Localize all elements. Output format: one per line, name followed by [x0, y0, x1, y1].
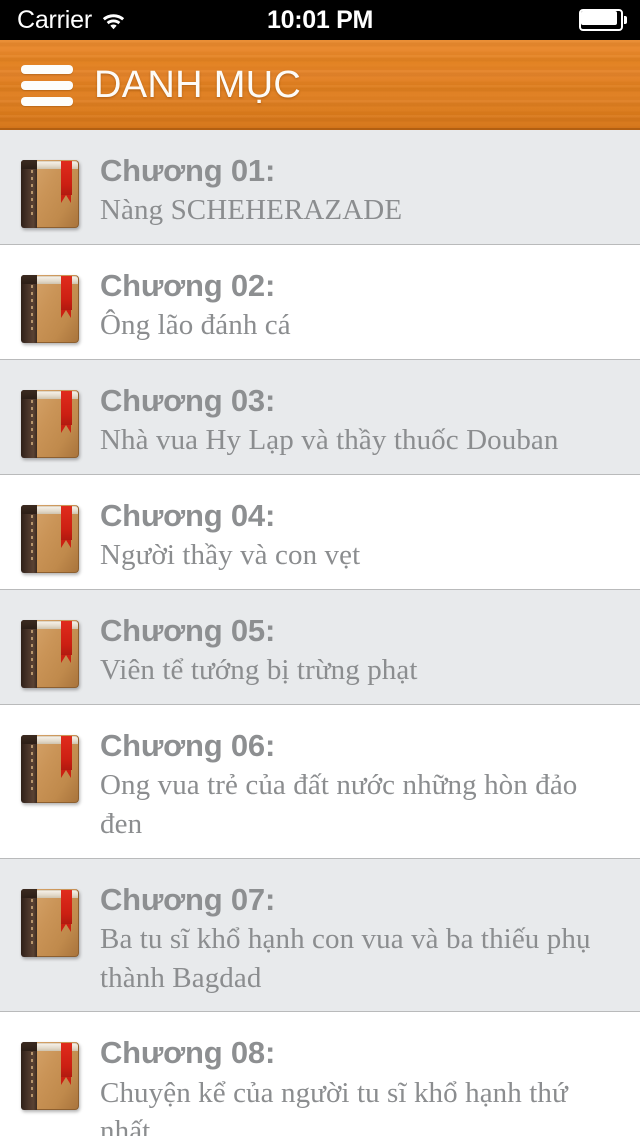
list-item-icon-cell — [0, 475, 100, 573]
chapter-subtitle: Nhà vua Hy Lạp và thầy thuốc Douban — [100, 424, 559, 457]
chapter-subtitle: Người thầy và con vẹt — [100, 539, 361, 572]
list-item-text-cell: Chương 01: Nàng SCHEHERAZADE — [100, 130, 640, 244]
list-item-icon-cell — [0, 590, 100, 688]
navigation-bar: DANH MỤC — [0, 40, 640, 130]
chapter-subtitle: Ba tu sĩ khổ hạnh con vua và ba thiếu ph… — [100, 923, 591, 994]
book-icon — [21, 275, 79, 343]
list-item[interactable]: Chương 08: Chuyện kể của người tu sĩ khổ … — [0, 1012, 640, 1136]
chapter-title: Chương 04: — [100, 498, 276, 533]
chapter-title: Chương 02: — [100, 268, 276, 303]
list-item[interactable]: Chương 02: Ông lão đánh cá — [0, 245, 640, 360]
chapter-title: Chương 06: — [100, 728, 276, 763]
list-item-text-cell: Chương 02: Ông lão đánh cá — [100, 245, 640, 359]
chapter-title: Chương 07: — [100, 881, 276, 917]
list-item[interactable]: Chương 04: Người thầy và con vẹt — [0, 475, 640, 590]
list-item-text-cell: Chương 03: Nhà vua Hy Lạp và thầy thuốc D… — [100, 360, 640, 474]
list-item-text-cell: Chương 05: Viên tể tướng bị trừng phạt — [100, 590, 640, 704]
chapter-subtitle: Ông lão đánh cá — [100, 309, 291, 342]
list-item[interactable]: Chương 01: Nàng SCHEHERAZADE — [0, 130, 640, 245]
chapter-list[interactable]: Chương 01: Nàng SCHEHERAZADE Chương 02: Ông… — [0, 130, 640, 1136]
menu-bar-bottom — [21, 96, 73, 106]
list-item[interactable]: Chương 06: Ong vua trẻ của đất nước những… — [0, 705, 640, 859]
list-item[interactable]: Chương 07: Ba tu sĩ khổ hạnh con vua và b… — [0, 858, 640, 1013]
menu-bar-middle — [21, 80, 73, 90]
book-icon — [21, 1042, 79, 1111]
chapter-subtitle: Chuyện kể của người tu sĩ khổ hạnh thứ n… — [100, 1076, 568, 1136]
status-bar: Carrier 10:01 PM — [0, 0, 640, 40]
chapter-title: Chương 03: — [100, 383, 276, 418]
list-item-icon-cell — [0, 705, 100, 803]
list-item[interactable]: Chương 05: Viên tể tướng bị trừng phạt — [0, 590, 640, 705]
chapter-title: Chương 08: — [100, 1035, 276, 1071]
wifi-icon — [101, 11, 126, 30]
status-bar-left: Carrier — [0, 5, 126, 34]
book-icon — [21, 735, 79, 803]
carrier-label: Carrier — [17, 5, 92, 34]
menu-bar-top — [21, 64, 73, 74]
clock-label: 10:01 PM — [267, 5, 373, 34]
chapter-subtitle: Viên tể tướng bị trừng phạt — [100, 654, 418, 687]
book-icon — [21, 620, 79, 688]
chapter-subtitle: Ong vua trẻ của đất nước những hòn đảo đ… — [100, 769, 578, 840]
chapter-title: Chương 05: — [100, 613, 276, 648]
status-bar-right — [579, 0, 627, 40]
list-item-icon-cell — [0, 245, 100, 343]
chapter-title: Chương 01: — [100, 153, 276, 188]
list-item-icon-cell — [0, 360, 100, 458]
list-item-text-cell: Chương 08: Chuyện kể của người tu sĩ khổ … — [100, 1012, 640, 1136]
app-screen: Carrier 10:01 PM DANH MỤC Chương 01: Nàn… — [0, 0, 640, 1136]
chapter-subtitle: Nàng SCHEHERAZADE — [100, 194, 403, 227]
list-item-icon-cell — [0, 1012, 100, 1111]
list-item-text-cell: Chương 07: Ba tu sĩ khổ hạnh con vua và b… — [100, 859, 640, 1012]
book-icon — [21, 390, 79, 458]
list-item-icon-cell — [0, 859, 100, 957]
list-item-icon-cell — [0, 130, 100, 228]
book-icon — [21, 888, 79, 957]
battery-icon — [579, 9, 627, 31]
page-title: DANH MỤC — [94, 64, 302, 106]
book-icon — [21, 505, 79, 573]
list-item-text-cell: Chương 04: Người thầy và con vẹt — [100, 475, 640, 589]
hamburger-menu-icon[interactable] — [14, 62, 80, 108]
list-item-text-cell: Chương 06: Ong vua trẻ của đất nước những… — [100, 705, 640, 858]
list-item[interactable]: Chương 03: Nhà vua Hy Lạp và thầy thuốc D… — [0, 360, 640, 475]
book-icon — [21, 160, 79, 228]
